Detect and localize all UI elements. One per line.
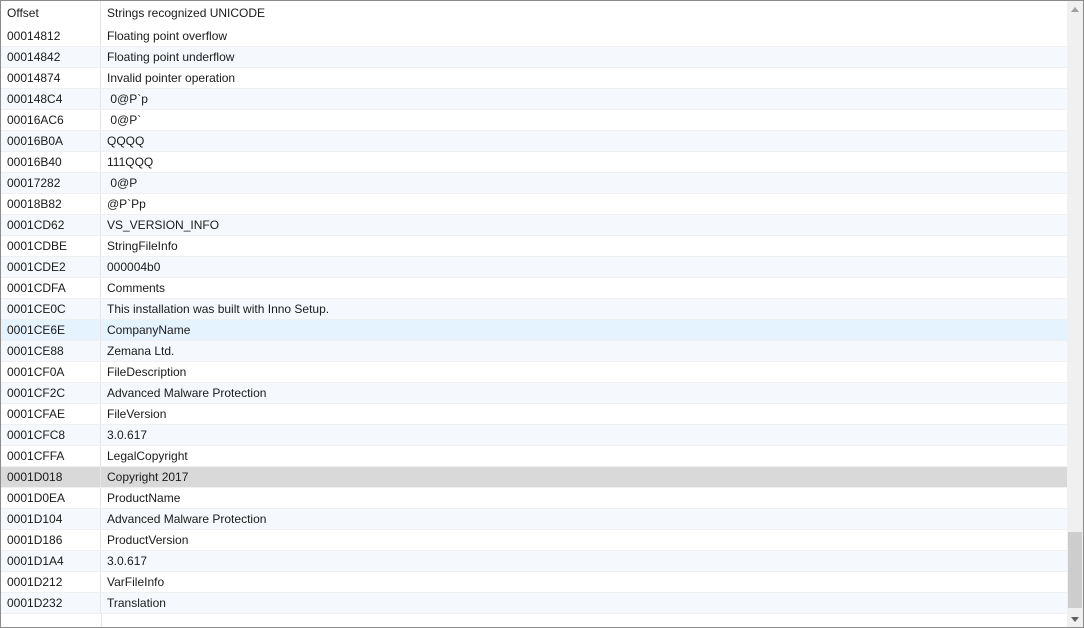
column-header-strings[interactable]: Strings recognized UNICODE: [101, 1, 1067, 26]
row-string: Advanced Malware Protection: [107, 512, 267, 526]
table-row[interactable]: 00014812 Floating point overflow: [1, 26, 1067, 47]
row-string: Floating point underflow: [107, 50, 235, 64]
table-row[interactable]: 0001CF0A FileDescription: [1, 362, 1067, 383]
scroll-up-arrow-icon[interactable]: [1067, 1, 1083, 17]
table-row[interactable]: 0001CD62 VS_VERSION_INFO: [1, 215, 1067, 236]
row-string: Copyright 2017: [107, 470, 189, 484]
row-string: VarFileInfo: [107, 575, 165, 589]
row-offset: 000148C4: [1, 89, 101, 109]
row-string: 111QQQ: [107, 155, 154, 169]
table-row[interactable]: 0001CDBE StringFileInfo: [1, 236, 1067, 257]
row-string: StringFileInfo: [107, 239, 178, 253]
table-row[interactable]: 00014874 Invalid pointer operation: [1, 68, 1067, 89]
row-string: VS_VERSION_INFO: [107, 218, 220, 232]
row-offset: 00014812: [1, 26, 101, 46]
table-row[interactable]: 0001D186 ProductVersion: [1, 530, 1067, 551]
table-row[interactable]: 0001D232 Translation: [1, 593, 1067, 614]
table-body: 00014812 Floating point overflow 00014842 F…: [1, 26, 1067, 614]
row-offset: 00014874: [1, 68, 101, 88]
table-row[interactable]: 00018B82 @P`Pp: [1, 194, 1067, 215]
table-row[interactable]: 00016B0A QQQQ: [1, 131, 1067, 152]
column-divider: [101, 613, 102, 627]
row-string: CompanyName: [107, 323, 191, 337]
table-row[interactable]: 0001D104 Advanced Malware Protection: [1, 509, 1067, 530]
row-string: 0@P`: [107, 113, 142, 127]
row-string: This installation was built with Inno Se…: [107, 302, 330, 316]
table-row[interactable]: 00016B40 111QQQ: [1, 152, 1067, 173]
row-string: LegalCopyright: [107, 449, 188, 463]
row-offset: 0001D104: [1, 509, 101, 529]
row-string: Invalid pointer operation: [107, 71, 236, 85]
row-offset: 0001CDE2: [1, 257, 101, 277]
row-string: QQQQ: [107, 134, 145, 148]
table-row[interactable]: 0001CDFA Comments: [1, 278, 1067, 299]
row-offset: 0001CFAE: [1, 404, 101, 424]
table-row[interactable]: 00014842 Floating point underflow: [1, 47, 1067, 68]
row-offset: 00018B82: [1, 194, 101, 214]
row-string: 3.0.617: [107, 554, 148, 568]
row-string: 0@P`p: [107, 92, 148, 106]
column-header: Offset Strings recognized UNICODE: [1, 1, 1067, 27]
table-row[interactable]: 0001CFAE FileVersion: [1, 404, 1067, 425]
row-offset: 0001D186: [1, 530, 101, 550]
row-offset: 0001CE0C: [1, 299, 101, 319]
row-offset: 0001CDBE: [1, 236, 101, 256]
table-row[interactable]: 0001CFFA LegalCopyright: [1, 446, 1067, 467]
table-row[interactable]: 0001CF2C Advanced Malware Protection: [1, 383, 1067, 404]
row-string: Translation: [107, 596, 166, 610]
row-offset: 0001CFC8: [1, 425, 101, 445]
row-offset: 0001CE6E: [1, 320, 101, 340]
row-offset: 00017282: [1, 173, 101, 193]
row-offset: 0001D232: [1, 593, 101, 613]
row-offset: 0001D0EA: [1, 488, 101, 508]
scroll-down-arrow-icon[interactable]: [1067, 611, 1083, 627]
row-string: Floating point overflow: [107, 29, 228, 43]
table-row[interactable]: 0001CFC8 3.0.617: [1, 425, 1067, 446]
row-string: FileVersion: [107, 407, 167, 421]
row-offset: 0001CF0A: [1, 362, 101, 382]
table-row[interactable]: 0001D212 VarFileInfo: [1, 572, 1067, 593]
row-string: Comments: [107, 281, 166, 295]
row-string: ProductName: [107, 491, 181, 505]
row-offset: 00014842: [1, 47, 101, 67]
row-offset: 0001CD62: [1, 215, 101, 235]
row-offset: 0001CE88: [1, 341, 101, 361]
row-offset: 0001CDFA: [1, 278, 101, 298]
row-string: 000004b0: [107, 260, 161, 274]
scrollbar-thumb[interactable]: [1068, 532, 1082, 608]
row-offset: 0001D018: [1, 467, 101, 487]
vertical-scrollbar[interactable]: [1067, 1, 1083, 627]
row-string: 3.0.617: [107, 428, 148, 442]
row-string: Zemana Ltd.: [107, 344, 175, 358]
table-row[interactable]: 000148C4 0@P`p: [1, 89, 1067, 110]
row-string: Advanced Malware Protection: [107, 386, 267, 400]
table-row[interactable]: 0001D0EA ProductName: [1, 488, 1067, 509]
row-offset: 0001CF2C: [1, 383, 101, 403]
column-header-offset[interactable]: Offset: [1, 1, 101, 26]
table-row[interactable]: 00017282 0@P: [1, 173, 1067, 194]
row-offset: 00016B40: [1, 152, 101, 172]
row-string: FileDescription: [107, 365, 187, 379]
row-offset: 0001D212: [1, 572, 101, 592]
table-row[interactable]: 0001CDE2 000004b0: [1, 257, 1067, 278]
strings-list-view[interactable]: Offset Strings recognized UNICODE 000148…: [0, 0, 1084, 628]
row-string: ProductVersion: [107, 533, 189, 547]
row-offset: 00016B0A: [1, 131, 101, 151]
row-string: @P`Pp: [107, 197, 146, 211]
row-string: 0@P: [107, 176, 138, 190]
row-offset: 0001CFFA: [1, 446, 101, 466]
table-row[interactable]: 0001CE0C This installation was built with…: [1, 299, 1067, 320]
table-row[interactable]: 00016AC6 0@P`: [1, 110, 1067, 131]
row-offset: 0001D1A4: [1, 551, 101, 571]
table-row[interactable]: 0001CE88 Zemana Ltd.: [1, 341, 1067, 362]
table-row[interactable]: 0001D1A4 3.0.617: [1, 551, 1067, 572]
row-offset: 00016AC6: [1, 110, 101, 130]
table-row[interactable]: 0001D018 Copyright 2017: [1, 467, 1067, 488]
table-row[interactable]: 0001CE6E CompanyName: [1, 320, 1067, 341]
